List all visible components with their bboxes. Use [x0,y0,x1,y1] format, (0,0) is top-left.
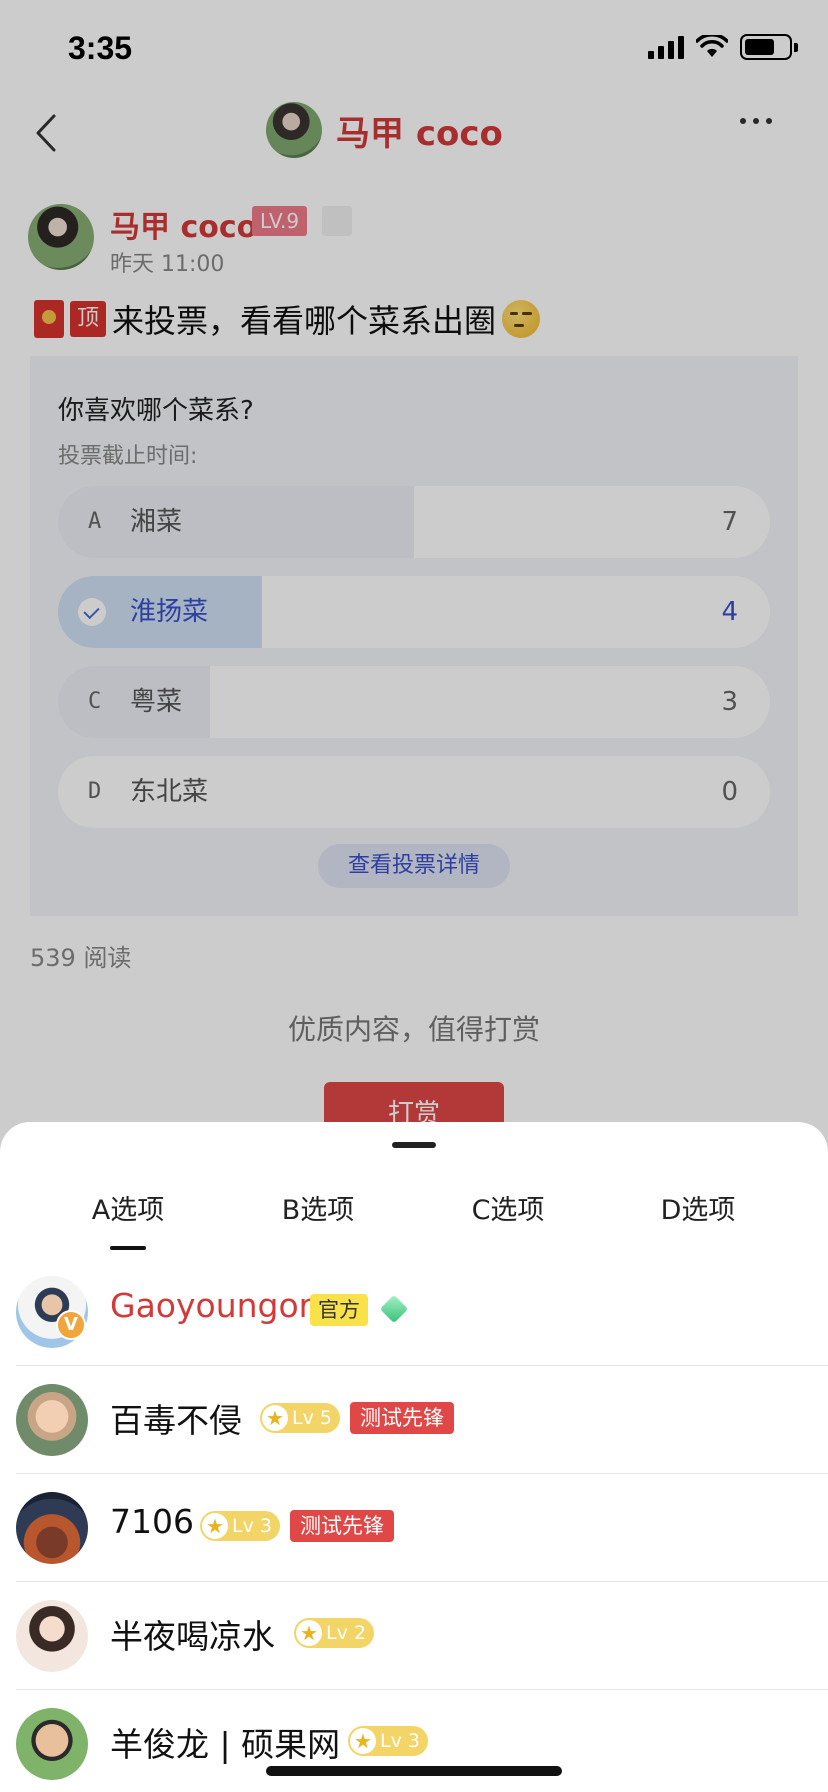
list-item[interactable]: 7106 Lv 3 测试先锋 [16,1474,828,1582]
avatar[interactable] [16,1708,88,1780]
voters-sheet: A选项 B选项 C选项 D选项 V Gaoyoungor 官方 百毒不侵 Lv … [0,1122,828,1792]
tab-option-a[interactable]: A选项 [48,1188,208,1227]
star-icon [262,1405,288,1431]
voter-name[interactable]: 羊俊龙 | 硕果网 [110,1718,340,1766]
tab-option-d[interactable]: D选项 [618,1188,778,1227]
option-tabs: A选项 B选项 C选项 D选项 [0,1188,828,1248]
list-item[interactable]: 半夜喝凉水 Lv 2 [16,1582,828,1690]
list-item[interactable]: 百毒不侵 Lv 5 测试先锋 [16,1366,828,1474]
voter-name[interactable]: 百毒不侵 [110,1394,242,1442]
active-tab-indicator [110,1246,146,1250]
voter-badges: Lv 5 测试先锋 [260,1402,454,1434]
voter-badges: Lv 3 [348,1726,428,1756]
tab-option-b[interactable]: B选项 [238,1188,398,1227]
diamond-icon [378,1294,410,1326]
voter-name[interactable]: 7106 [110,1502,194,1541]
list-item[interactable]: V Gaoyoungor 官方 [16,1258,828,1366]
star-icon [296,1620,322,1646]
star-icon [350,1728,376,1754]
avatar[interactable] [16,1492,88,1564]
voter-list: V Gaoyoungor 官方 百毒不侵 Lv 5 测试先锋 7106 Lv 3… [0,1258,828,1792]
tab-option-c[interactable]: C选项 [428,1188,588,1227]
voter-badges: 官方 [310,1294,410,1326]
voter-name[interactable]: 半夜喝凉水 [110,1610,275,1658]
star-icon [202,1513,228,1539]
level-badge: Lv 2 [294,1618,374,1648]
level-badge: Lv 5 [260,1403,340,1433]
level-badge: Lv 3 [200,1511,280,1541]
voter-name[interactable]: Gaoyoungor [110,1286,312,1325]
list-item[interactable]: 羊俊龙 | 硕果网 Lv 3 [16,1690,828,1792]
avatar[interactable] [16,1600,88,1672]
voter-badges: Lv 3 测试先锋 [200,1510,394,1542]
level-badge: Lv 3 [348,1726,428,1756]
verified-icon: V [56,1310,86,1340]
pioneer-tag: 测试先锋 [289,1510,394,1542]
sheet-handle[interactable] [392,1142,436,1148]
official-tag: 官方 [310,1294,368,1326]
home-indicator[interactable] [266,1766,562,1776]
voter-badges: Lv 2 [294,1618,374,1648]
pioneer-tag: 测试先锋 [349,1402,454,1434]
avatar[interactable] [16,1384,88,1456]
